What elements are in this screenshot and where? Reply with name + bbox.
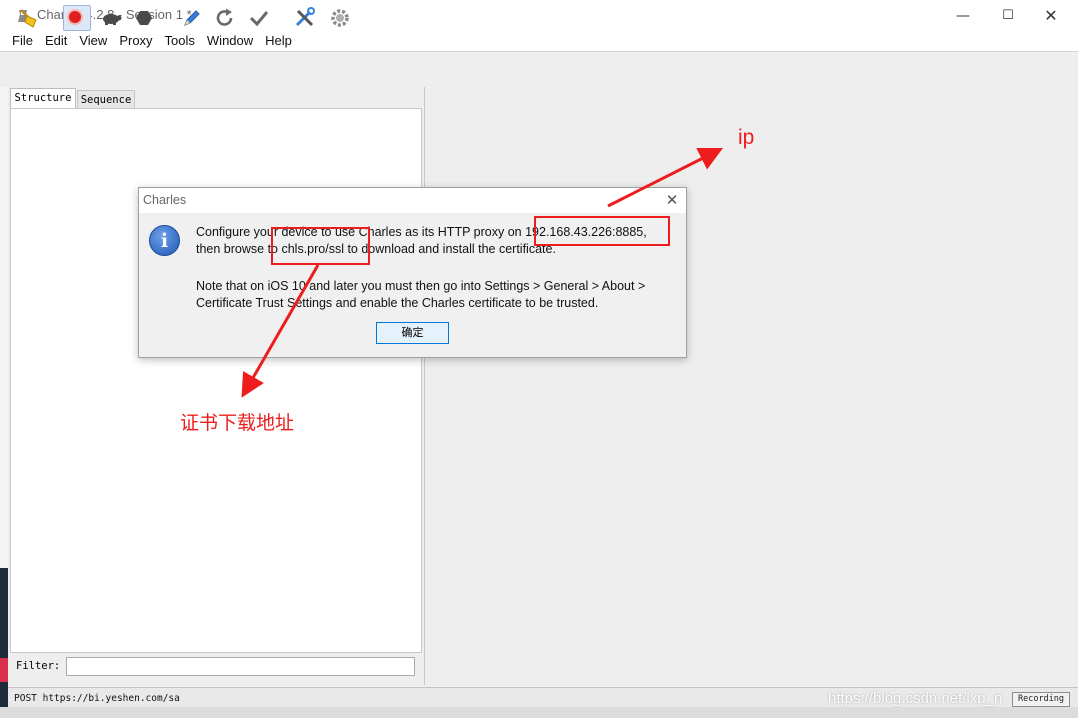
menu-file[interactable]: File: [9, 31, 36, 51]
filter-input[interactable]: [66, 657, 415, 676]
dialog-message-line: then browse to chls.pro/ssl to download …: [196, 242, 556, 256]
close-window-button[interactable]: ✕: [1028, 0, 1074, 31]
detail-panel: [428, 87, 1078, 685]
dialog-title-bar: [139, 188, 686, 213]
broom-icon[interactable]: [17, 7, 41, 29]
turtle-icon[interactable]: [99, 7, 123, 29]
tab-sequence[interactable]: Sequence: [77, 90, 135, 108]
menu-tools[interactable]: Tools: [162, 31, 198, 51]
tools-icon[interactable]: [293, 7, 317, 29]
dialog-close-button[interactable]: ✕: [662, 190, 682, 210]
recording-badge: Recording: [1012, 692, 1070, 707]
pen-icon[interactable]: [179, 7, 203, 29]
background-window-strip: [0, 568, 8, 708]
menu-proxy[interactable]: Proxy: [116, 31, 155, 51]
watermark: https://blog.csdn.net/lxp_n: [828, 690, 1003, 707]
menu-view[interactable]: View: [76, 31, 110, 51]
filter-label: Filter:: [16, 660, 61, 672]
menu-help[interactable]: Help: [262, 31, 295, 51]
menu-bar: File Edit View Proxy Tools Window Help: [0, 31, 1078, 51]
check-icon[interactable]: [247, 7, 271, 29]
background-window-accent: [0, 658, 8, 682]
status-text: POST https://bi.yeshen.com/sa: [14, 693, 180, 704]
ip-highlight-box: [534, 216, 670, 246]
bottom-strip: [0, 707, 1078, 718]
refresh-icon[interactable]: [213, 7, 237, 29]
menu-window[interactable]: Window: [204, 31, 256, 51]
stop-hexagon-icon[interactable]: [132, 7, 156, 29]
minimize-button[interactable]: —: [940, 0, 986, 31]
dialog-title: Charles: [143, 193, 187, 207]
ip-annotation-label: ip: [738, 126, 755, 149]
menu-edit[interactable]: Edit: [42, 31, 70, 51]
ok-button[interactable]: 确定: [376, 322, 449, 344]
url-highlight-box: [271, 227, 370, 265]
cert-download-annotation-label: 证书下载地址: [180, 412, 295, 434]
dialog-message-line: Certificate Trust Settings and enable th…: [196, 296, 599, 310]
dialog-message-line: Note that on iOS 10 and later you must t…: [196, 279, 646, 293]
maximize-button[interactable]: ☐: [985, 0, 1031, 31]
tab-structure[interactable]: Structure: [10, 88, 76, 108]
gear-icon[interactable]: [328, 7, 352, 29]
record-icon[interactable]: [67, 9, 83, 25]
info-icon: i: [149, 225, 180, 256]
toolbar: [0, 51, 1078, 88]
